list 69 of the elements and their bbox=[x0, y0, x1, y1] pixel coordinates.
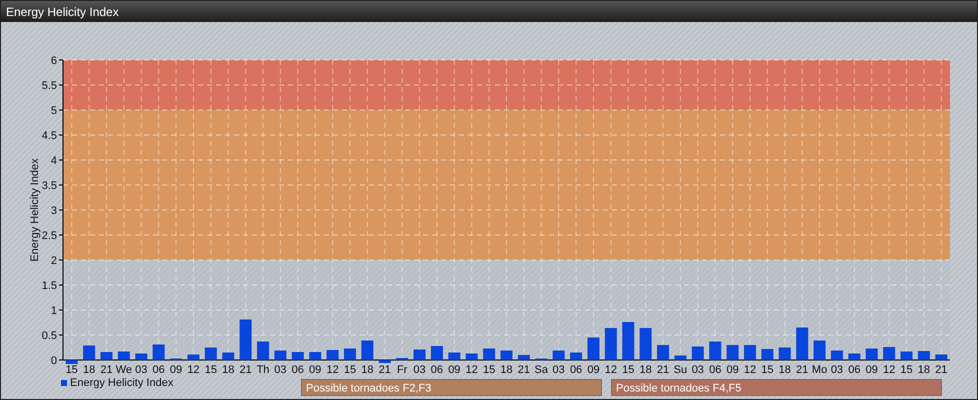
x-tick-label: 12 bbox=[187, 364, 200, 376]
x-tick-label: 21 bbox=[378, 364, 391, 376]
x-tick-label: 15 bbox=[900, 364, 913, 376]
x-tick-label: 21 bbox=[100, 364, 113, 376]
y-tick-label: 0 bbox=[50, 355, 57, 367]
band-label: Possible tornadoes F2,F3 bbox=[301, 379, 602, 396]
x-tick-label: 15 bbox=[482, 364, 496, 376]
x-tick-label: 15 bbox=[66, 364, 78, 376]
x-tick-label: 12 bbox=[466, 364, 478, 376]
x-tick-label: Sa bbox=[534, 364, 548, 376]
y-tick-label: 5.5 bbox=[42, 80, 57, 92]
x-tick-label: 06 bbox=[292, 364, 304, 376]
x-tick-label: 03 bbox=[413, 364, 426, 376]
x-tick-label: 18 bbox=[778, 364, 791, 376]
window-title: Energy Helicity Index bbox=[6, 4, 119, 20]
x-tick-label: 18 bbox=[500, 364, 513, 376]
x-tick-label: 06 bbox=[570, 364, 582, 376]
x-tick-label: 18 bbox=[222, 364, 234, 376]
x-tick-label: 09 bbox=[170, 364, 182, 376]
x-tick-label: 03 bbox=[830, 364, 844, 376]
x-tick-label: 09 bbox=[587, 364, 600, 376]
x-tick-label: 15 bbox=[622, 364, 634, 376]
x-tick-label: 18 bbox=[918, 364, 930, 376]
y-tick-label: 4 bbox=[50, 155, 57, 167]
y-tick-label: 0.5 bbox=[42, 330, 57, 342]
x-tick-label: Mo bbox=[812, 364, 828, 376]
x-tick-label: 18 bbox=[82, 364, 96, 376]
x-tick-label: Su bbox=[674, 364, 688, 376]
y-tick-label: 6 bbox=[50, 55, 57, 67]
y-tick-label: 5 bbox=[50, 105, 57, 117]
x-tick-label: Fr bbox=[396, 364, 408, 376]
x-tick-label: 09 bbox=[726, 364, 739, 376]
x-tick-label: Th bbox=[256, 364, 270, 376]
x-tick-label: 09 bbox=[866, 364, 878, 376]
x-tick-label: 09 bbox=[309, 364, 322, 376]
x-tick-label: 15 bbox=[204, 364, 217, 376]
x-tick-label: 03 bbox=[692, 364, 704, 376]
y-tick-label: 1 bbox=[50, 305, 57, 317]
legend-label: Energy Helicity Index bbox=[70, 377, 174, 389]
y-tick-label: 2 bbox=[50, 255, 57, 267]
x-tick-label: We bbox=[116, 364, 132, 376]
x-tick-label: 15 bbox=[761, 364, 774, 376]
x-tick-label: 12 bbox=[326, 364, 339, 376]
y-tick-label: 4.5 bbox=[42, 130, 57, 142]
x-tick-label: 21 bbox=[240, 364, 252, 376]
y-tick-label: 1.5 bbox=[42, 280, 57, 292]
x-tick-label: 12 bbox=[604, 364, 617, 376]
x-tick-label: 12 bbox=[744, 364, 756, 376]
x-tick-label: 21 bbox=[796, 364, 808, 376]
x-tick-label: 15 bbox=[344, 364, 356, 376]
x-tick-label: 21 bbox=[518, 364, 530, 376]
y-tick-label: 3 bbox=[50, 205, 57, 217]
x-tick-label: 09 bbox=[448, 364, 460, 376]
x-tick-label: 06 bbox=[709, 364, 722, 376]
y-tick-label: 2.5 bbox=[42, 230, 57, 242]
x-tick-label: 06 bbox=[848, 364, 860, 376]
x-tick-label: 21 bbox=[656, 364, 670, 376]
x-tick-label: 06 bbox=[430, 364, 444, 376]
x-tick-label: 03 bbox=[552, 364, 565, 376]
x-tick-label: 03 bbox=[274, 364, 287, 376]
y-tick-label: 3.5 bbox=[42, 180, 57, 192]
x-tick-label: 18 bbox=[640, 364, 652, 376]
x-tick-label: 03 bbox=[135, 364, 148, 376]
x-tick-label: 06 bbox=[152, 364, 165, 376]
x-tick-label: 21 bbox=[935, 364, 948, 376]
x-tick-label: 12 bbox=[883, 364, 896, 376]
y-axis-title: Energy Helicity Index bbox=[29, 158, 41, 262]
x-tick-label: 18 bbox=[361, 364, 374, 376]
band-label: Possible tornadoes F4,F5 bbox=[611, 379, 942, 396]
